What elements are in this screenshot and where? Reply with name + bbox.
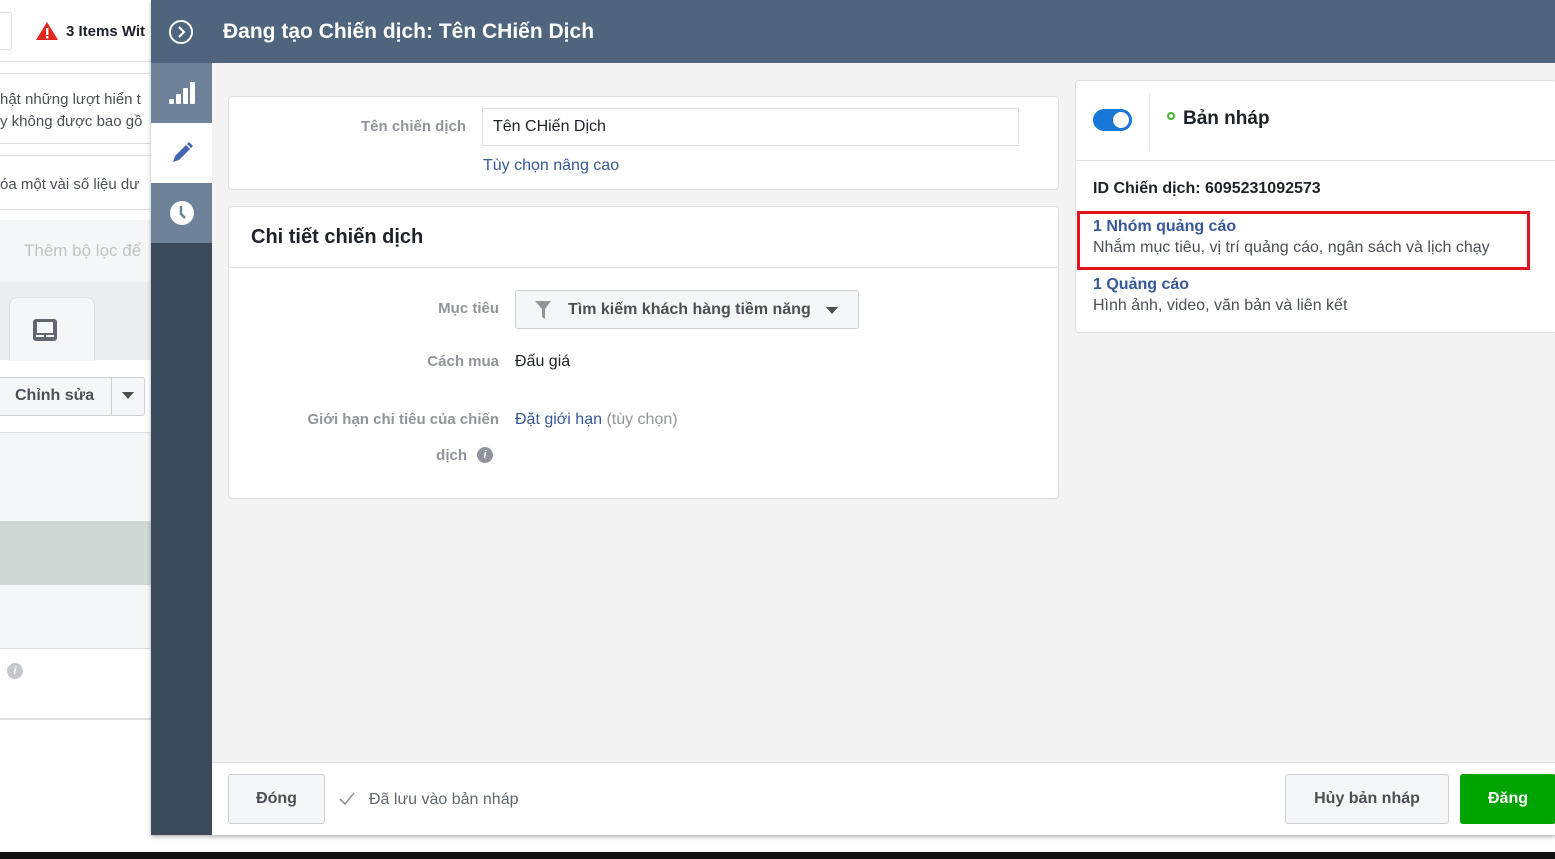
background-button[interactable]: [0, 12, 12, 50]
rail-tab-edit[interactable]: [151, 123, 212, 183]
objective-value: Tìm kiếm khách hàng tiềm năng: [568, 301, 811, 318]
caret-down-icon: [826, 307, 838, 314]
background-text: hật những lượt hiển t: [0, 91, 141, 108]
background-page: 3 Items Wit hật những lượt hiển t y khôn…: [0, 0, 151, 835]
rail-tab-insights[interactable]: [151, 63, 212, 123]
close-label: Đóng: [256, 790, 297, 807]
spend-limit-label-cont: dịch: [436, 447, 467, 464]
set-limit-link[interactable]: Đặt giới hạn: [515, 411, 602, 428]
bar-chart-icon: [168, 82, 195, 104]
adset-description: Nhắm mục tiêu, vị trí quảng cáo, ngân sá…: [1093, 239, 1490, 256]
publish-label: Đăng: [1488, 790, 1528, 807]
rail-tab-history[interactable]: [151, 183, 212, 243]
close-button[interactable]: Đóng: [228, 774, 325, 824]
campaign-toggle[interactable]: [1093, 109, 1132, 131]
warning-icon: [36, 22, 58, 40]
ad-description: Hình ảnh, video, văn bản và liên kết: [1093, 297, 1348, 314]
publish-button[interactable]: Đăng: [1460, 774, 1555, 824]
modal-title: Đang tạo Chiến dịch: Tên CHiến Dịch: [223, 20, 595, 43]
edit-button[interactable]: Chỉnh sửa: [0, 377, 145, 416]
ad-link[interactable]: 1 Quảng cáo: [1093, 276, 1189, 294]
clock-icon: [169, 201, 194, 225]
objective-dropdown[interactable]: Tìm kiếm khách hàng tiềm năng: [515, 290, 859, 329]
caret-down-icon: [122, 392, 134, 399]
optional-text: (tùy chọn): [606, 411, 678, 428]
advanced-options-link[interactable]: Tùy chọn nâng cao: [483, 157, 619, 175]
adset-link[interactable]: 1 Nhóm quảng cáo: [1093, 218, 1236, 236]
discard-label: Hủy bản nháp: [1314, 790, 1420, 807]
discard-draft-button[interactable]: Hủy bản nháp: [1285, 774, 1449, 824]
background-text: óa một vài số liệu dư: [0, 176, 140, 193]
campaign-name-label: Tên chiến dịch: [360, 118, 466, 135]
objective-label: Mục tiêu: [438, 300, 499, 317]
status-dot-icon: [1167, 112, 1175, 120]
warning-text[interactable]: 3 Items Wit: [66, 23, 145, 40]
view-tab[interactable]: [9, 297, 95, 361]
edit-label: Chỉnh sửa: [15, 387, 95, 404]
monitor-icon: [33, 319, 57, 341]
campaign-modal: Đang tạo Chiến dịch: Tên CHiến Dịch Tên …: [151, 0, 1555, 835]
background-text: y không được bao gồ: [0, 113, 143, 130]
info-icon[interactable]: i: [477, 447, 493, 463]
check-icon: [339, 792, 355, 806]
modal-header: Đang tạo Chiến dịch: Tên CHiến Dịch: [151, 0, 1555, 63]
campaign-name-value: Tên CHiến Dịch: [493, 118, 606, 135]
saved-status: Đã lưu vào bản nháp: [369, 791, 519, 808]
campaign-name-input[interactable]: Tên CHiến Dịch: [482, 108, 1019, 146]
modal-footer: Đóng Đã lưu vào bản nháp Hủy bản nháp Đă…: [212, 762, 1555, 835]
spend-limit-label: Giới hạn chi tiêu của chiến: [307, 411, 499, 428]
status-card: Bản nháp ID Chiến dịch: 6095231092573 1 …: [1075, 80, 1555, 333]
pencil-icon: [172, 142, 193, 162]
buying-type-value: Đấu giá: [515, 353, 571, 370]
name-card: Tên chiến dịch Tên CHiến Dịch Tùy chọn n…: [228, 96, 1059, 190]
buying-type-label: Cách mua: [427, 353, 499, 370]
info-icon: i: [7, 663, 23, 679]
filter-input[interactable]: Thêm bộ lọc để: [24, 241, 141, 261]
status-label: Bản nháp: [1183, 108, 1270, 129]
details-title: Chi tiết chiến dịch: [251, 226, 424, 248]
expand-chevron-icon[interactable]: [169, 20, 193, 44]
campaign-id: ID Chiến dịch: 6095231092573: [1093, 180, 1321, 197]
side-rail: [151, 63, 212, 835]
campaign-details-card: Chi tiết chiến dịch Mục tiêu Tìm kiếm kh…: [228, 206, 1059, 499]
funnel-icon: [535, 301, 551, 319]
